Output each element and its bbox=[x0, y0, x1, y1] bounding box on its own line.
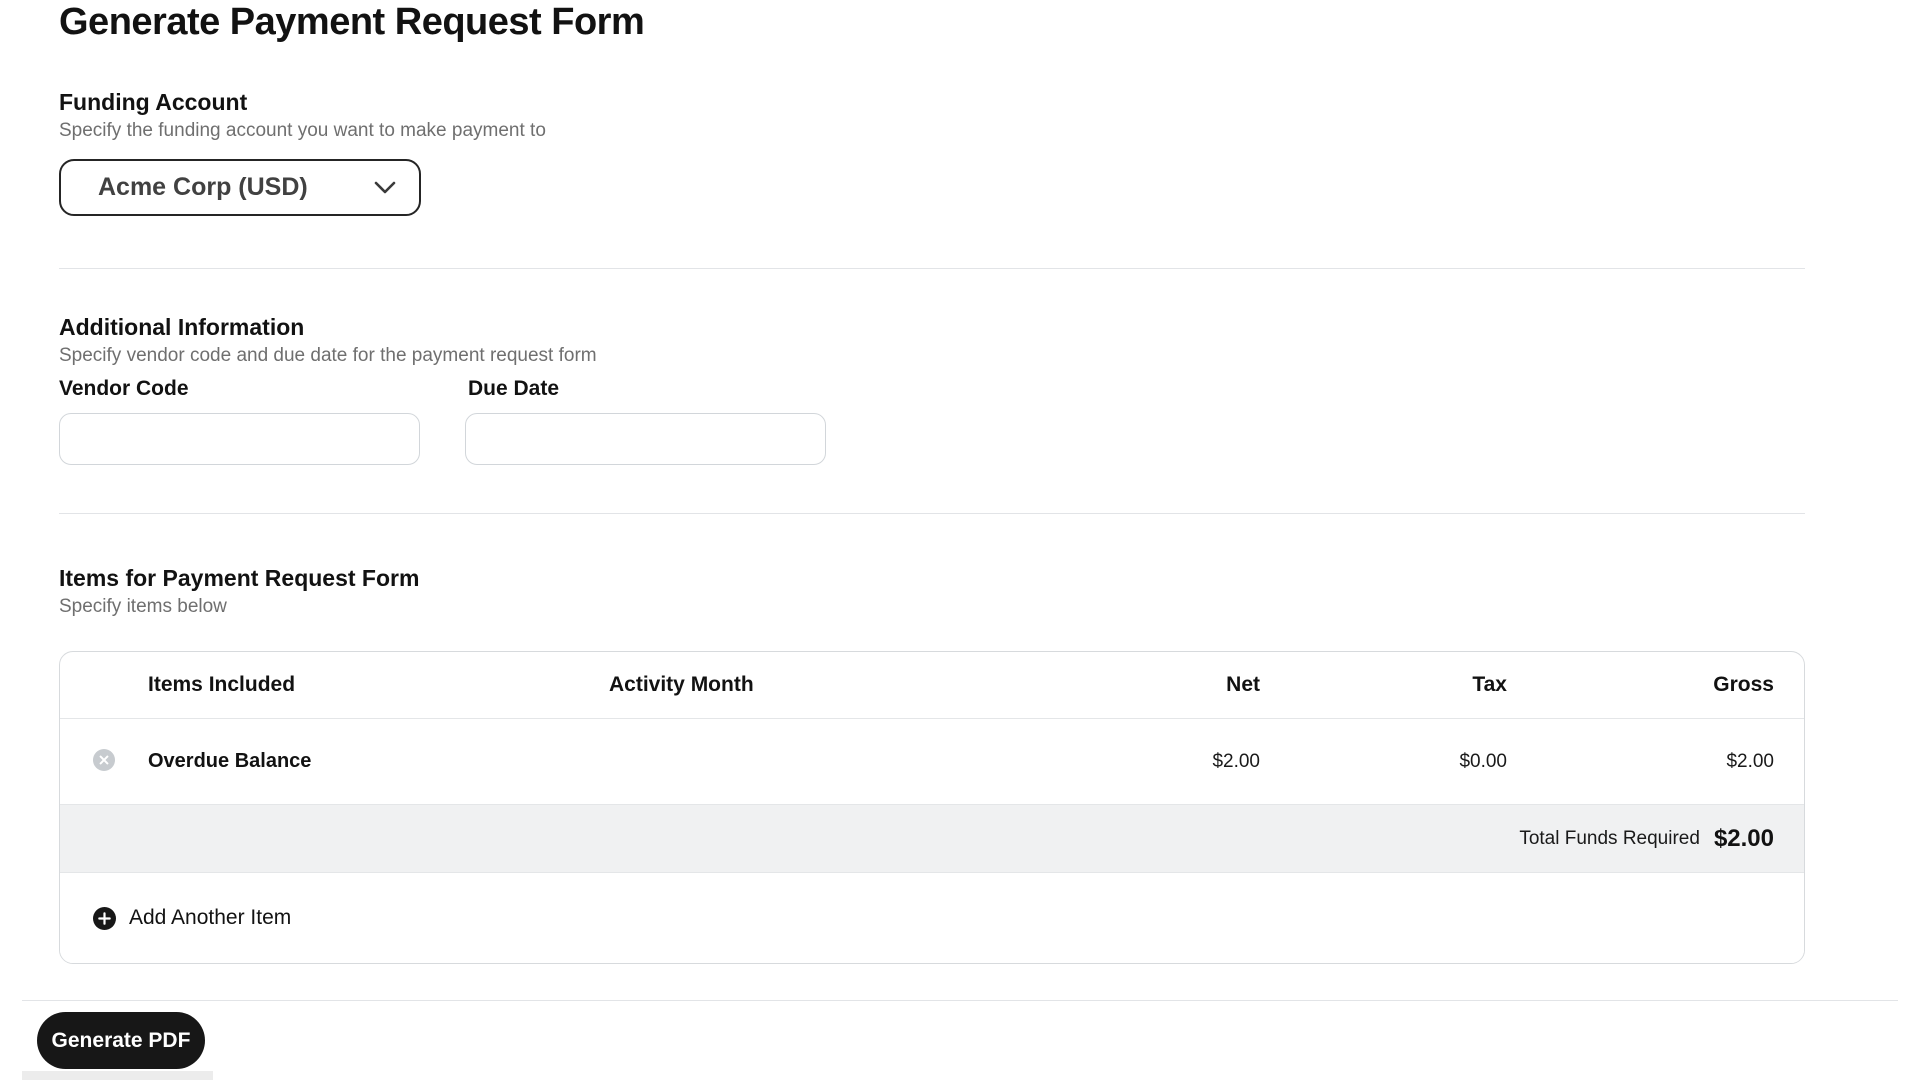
additional-information-heading: Additional Information bbox=[59, 313, 877, 341]
items-section: Items for Payment Request Form Specify i… bbox=[59, 564, 1805, 964]
items-heading: Items for Payment Request Form bbox=[59, 564, 1805, 592]
x-circle-icon bbox=[93, 749, 115, 774]
funding-account-description: Specify the funding account you want to … bbox=[59, 119, 546, 143]
generate-pdf-button[interactable]: Generate PDF bbox=[37, 1012, 205, 1069]
due-date-input[interactable] bbox=[465, 413, 826, 465]
divider bbox=[59, 513, 1805, 514]
item-name: Overdue Balance bbox=[148, 750, 609, 773]
item-tax: $0.00 bbox=[1260, 751, 1507, 773]
divider bbox=[22, 1000, 1898, 1001]
field-inputs-row bbox=[59, 413, 877, 465]
chevron-down-icon bbox=[374, 181, 396, 194]
bottom-edge-strip bbox=[22, 1071, 213, 1080]
add-another-item-button[interactable]: Add Another Item bbox=[60, 873, 1804, 963]
due-date-label: Due Date bbox=[468, 379, 877, 399]
remove-item-cell bbox=[60, 749, 148, 774]
add-another-item-label: Add Another Item bbox=[129, 906, 291, 930]
additional-information-description: Specify vendor code and due date for the… bbox=[59, 344, 877, 368]
vendor-code-input[interactable] bbox=[59, 413, 420, 465]
field-labels-row: Vendor Code Due Date bbox=[59, 379, 877, 399]
items-table-header: Items Included Activity Month Net Tax Gr… bbox=[60, 652, 1804, 719]
items-table: Items Included Activity Month Net Tax Gr… bbox=[59, 651, 1805, 964]
divider bbox=[59, 268, 1805, 269]
item-gross: $2.00 bbox=[1507, 751, 1774, 773]
remove-item-button[interactable] bbox=[93, 749, 115, 774]
table-row: Overdue Balance $2.00 $0.00 $2.00 bbox=[60, 719, 1804, 805]
vendor-code-label: Vendor Code bbox=[59, 379, 468, 399]
page-title: Generate Payment Request Form bbox=[59, 0, 644, 44]
column-header-net: Net bbox=[1080, 673, 1260, 697]
total-funds-label: Total Funds Required bbox=[1519, 828, 1700, 850]
items-description: Specify items below bbox=[59, 595, 1805, 619]
column-header-activity-month: Activity Month bbox=[609, 673, 1080, 697]
total-funds-value: $2.00 bbox=[1714, 825, 1774, 853]
column-header-gross: Gross bbox=[1507, 673, 1774, 697]
payment-request-form-page: Generate Payment Request Form Funding Ac… bbox=[0, 0, 1920, 1080]
plus-circle-icon bbox=[93, 907, 116, 930]
column-header-items-included: Items Included bbox=[148, 673, 609, 697]
funding-account-heading: Funding Account bbox=[59, 88, 546, 116]
funding-account-selected-value: Acme Corp (USD) bbox=[98, 173, 308, 202]
column-header-tax: Tax bbox=[1260, 673, 1507, 697]
funding-account-select[interactable]: Acme Corp (USD) bbox=[59, 159, 421, 216]
additional-information-section: Additional Information Specify vendor co… bbox=[59, 313, 877, 465]
funding-account-section: Funding Account Specify the funding acco… bbox=[59, 88, 546, 216]
total-funds-row: Total Funds Required $2.00 bbox=[60, 805, 1804, 873]
item-net: $2.00 bbox=[1080, 751, 1260, 773]
